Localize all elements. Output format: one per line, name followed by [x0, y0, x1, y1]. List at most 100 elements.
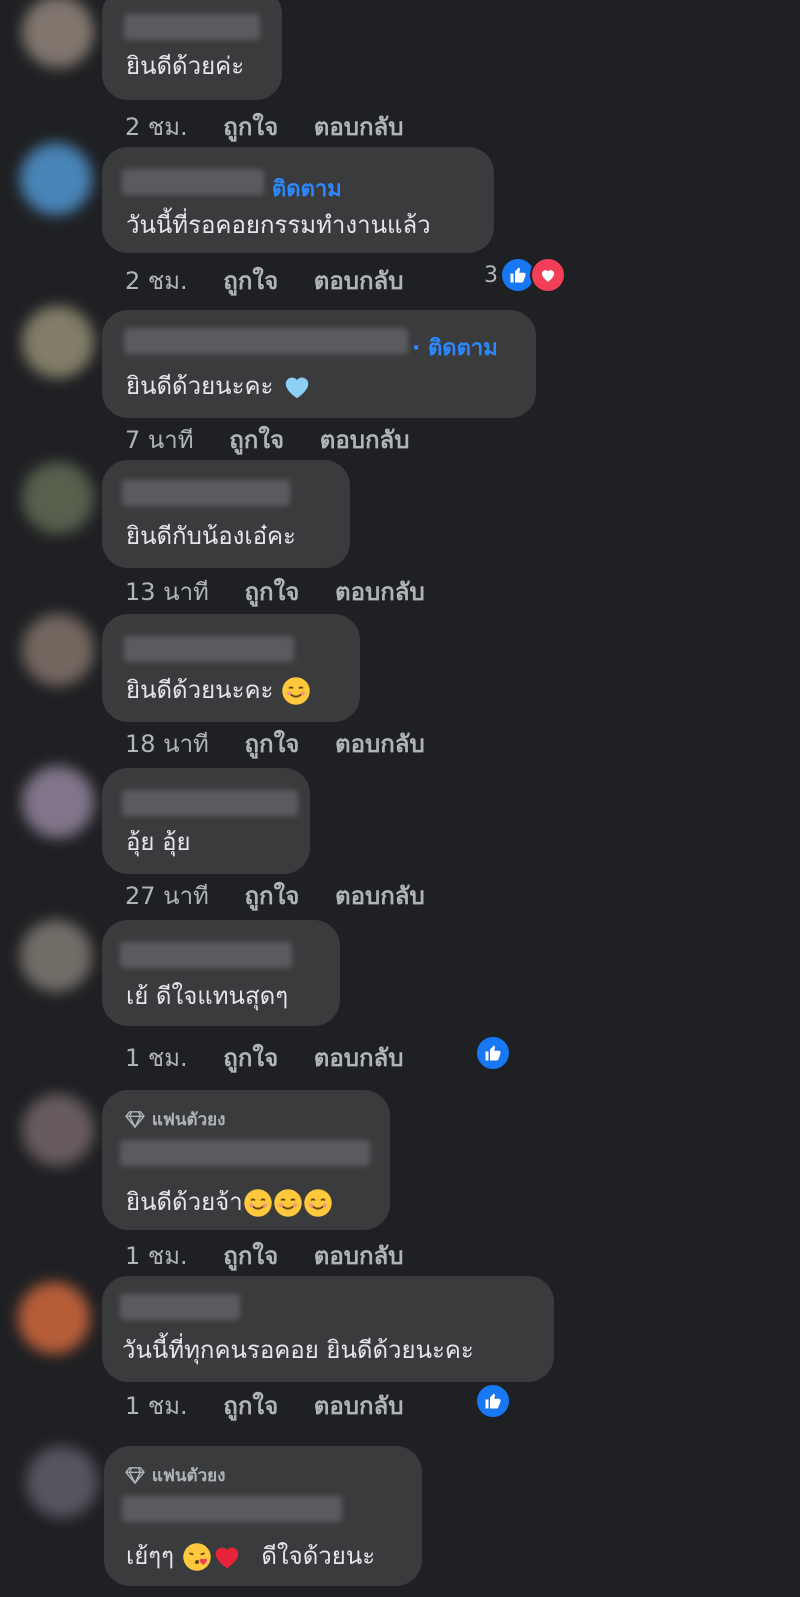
comment: วันนี้ที่ทุกคนรอคอย ยินดีด้วยนะคะ 1 ชม. …	[0, 1276, 800, 1436]
diamond-icon	[125, 1467, 145, 1485]
commenter-name[interactable]	[120, 942, 292, 968]
reply-link[interactable]: ตอบกลับ	[335, 882, 425, 910]
comment-time[interactable]: 7 นาที	[125, 426, 194, 454]
like-link[interactable]: ถูกใจ	[245, 882, 300, 910]
smiling-face-icon	[273, 1189, 302, 1217]
comment-actions: 7 นาที ถูกใจ ตอบกลับ	[125, 420, 437, 459]
reply-link[interactable]: ตอบกลับ	[314, 1242, 404, 1270]
diamond-icon	[125, 1111, 145, 1129]
avatar[interactable]	[22, 1094, 94, 1166]
follow-link[interactable]: · ติดตาม	[412, 330, 498, 365]
comment-text: วันนี้ที่รอคอยกรรมทำงานแล้ว	[126, 211, 431, 239]
smiling-face-icon	[282, 677, 310, 705]
reply-link[interactable]: ตอบกลับ	[335, 730, 425, 758]
comment-bubble: วันนี้ที่ทุกคนรอคอย ยินดีด้วยนะคะ	[102, 1276, 554, 1382]
commenter-name[interactable]	[124, 14, 260, 40]
reaction-summary[interactable]: 3	[484, 257, 566, 293]
commenter-name[interactable]	[124, 636, 294, 662]
comment-actions: 1 ชม. ถูกใจ ตอบกลับ	[125, 1038, 431, 1077]
avatar[interactable]	[22, 614, 94, 686]
comment: แฟนตัวยง เย้ๆๆ ดีใจด้วยนะ	[0, 1446, 800, 1597]
comment: ติดตาม วันนี้ที่รอคอยกรรมทำงานแล้ว 2 ชม.…	[0, 143, 800, 305]
comment-text: ยินดีกับน้องเอ๋คะ	[126, 522, 296, 550]
badge-label: แฟนตัวยง	[151, 1110, 226, 1130]
comment-text: ยินดีด้วยนะคะ	[126, 670, 311, 709]
comment-time[interactable]: 13 นาที	[125, 578, 209, 606]
comment-actions: 1 ชม. ถูกใจ ตอบกลับ	[125, 1386, 431, 1425]
avatar[interactable]	[18, 1282, 90, 1354]
comment: เย้ ดีใจแทนสุดๆ 1 ชม. ถูกใจ ตอบกลับ	[0, 918, 800, 1084]
like-link[interactable]: ถูกใจ	[245, 578, 300, 606]
comment-time[interactable]: 1 ชม.	[125, 1044, 188, 1072]
smiling-face-icon	[303, 1189, 332, 1217]
avatar[interactable]	[26, 1446, 98, 1518]
commenter-name[interactable]	[122, 480, 290, 506]
avatar[interactable]	[20, 920, 92, 992]
badge-label: แฟนตัวยง	[151, 1466, 226, 1486]
comment-bubble: ยินดีด้วยค่ะ	[102, 0, 282, 100]
comment-text-content: ยินดีด้วยนะคะ	[126, 372, 274, 400]
like-link[interactable]: ถูกใจ	[223, 267, 278, 295]
comment-bubble: ติดตาม วันนี้ที่รอคอยกรรมทำงานแล้ว	[102, 147, 494, 253]
comment-time[interactable]: 1 ชม.	[125, 1392, 188, 1420]
comment-text: เย้ๆๆ ดีใจด้วยนะ	[126, 1536, 375, 1575]
comment-time[interactable]: 2 ชม.	[125, 267, 188, 295]
smiling-face-icon	[243, 1189, 272, 1217]
comment-text: วันนี้ที่ทุกคนรอคอย ยินดีด้วยนะคะ	[122, 1336, 474, 1364]
reaction-summary[interactable]	[475, 1035, 511, 1071]
avatar[interactable]	[22, 0, 94, 68]
red-heart-icon	[215, 1547, 238, 1569]
like-link[interactable]: ถูกใจ	[245, 730, 300, 758]
light-blue-heart-icon	[285, 377, 309, 399]
reply-link[interactable]: ตอบกลับ	[320, 426, 410, 454]
like-link[interactable]: ถูกใจ	[223, 1242, 278, 1270]
comment-bubble: อุ้ย อุ้ย	[102, 768, 310, 874]
face-blowing-kiss-icon	[182, 1543, 211, 1571]
comment-actions: 13 นาที ถูกใจ ตอบกลับ	[125, 572, 453, 611]
commenter-name[interactable]	[122, 169, 264, 195]
commenter-name[interactable]	[122, 1496, 342, 1522]
reaction-count: 3	[484, 262, 498, 288]
comment: ยินดีด้วยนะคะ 18 นาที ถูกใจ ตอบกลับ	[0, 614, 800, 762]
like-link[interactable]: ถูกใจ	[223, 1044, 278, 1072]
comment-text: เย้ ดีใจแทนสุดๆ	[126, 982, 289, 1010]
commenter-name[interactable]	[120, 1294, 240, 1320]
reply-link[interactable]: ตอบกลับ	[314, 267, 404, 295]
avatar[interactable]	[20, 143, 92, 215]
comment-text-content: ยินดีด้วยจ้า	[126, 1188, 243, 1216]
comment: ยินดีด้วยค่ะ 2 ชม. ถูกใจ ตอบกลับ	[0, 0, 800, 141]
commenter-name[interactable]	[124, 328, 408, 354]
love-reaction-icon	[530, 257, 566, 293]
comment-bubble: เย้ ดีใจแทนสุดๆ	[102, 920, 340, 1026]
comment-actions: 18 นาที ถูกใจ ตอบกลับ	[125, 724, 453, 763]
follow-link[interactable]: ติดตาม	[272, 171, 342, 206]
reply-link[interactable]: ตอบกลับ	[335, 578, 425, 606]
comment-bubble: แฟนตัวยง เย้ๆๆ ดีใจด้วยนะ	[104, 1446, 422, 1586]
comment-time[interactable]: 1 ชม.	[125, 1242, 188, 1270]
reply-link[interactable]: ตอบกลับ	[314, 1044, 404, 1072]
like-link[interactable]: ถูกใจ	[229, 426, 284, 454]
like-link[interactable]: ถูกใจ	[223, 113, 278, 141]
reaction-summary[interactable]	[475, 1383, 511, 1419]
commenter-name[interactable]	[122, 790, 298, 816]
avatar[interactable]	[22, 462, 94, 534]
reply-link[interactable]: ตอบกลับ	[314, 1392, 404, 1420]
comment-text: ยินดีด้วยค่ะ	[126, 52, 245, 80]
comment: · ติดตาม ยินดีด้วยนะคะ 7 นาที ถูกใจ ตอบก…	[0, 306, 800, 455]
comment-time[interactable]: 18 นาที	[125, 730, 209, 758]
comment: แฟนตัวยง ยินดีด้วยจ้า 1 ชม. ถูกใจ ตอบกลั…	[0, 1090, 800, 1272]
comment: ยินดีกับน้องเอ๋คะ 13 นาที ถูกใจ ตอบกลับ	[0, 460, 800, 611]
reply-link[interactable]: ตอบกลับ	[314, 113, 404, 141]
comment-text-content-2: ดีใจด้วยนะ	[261, 1542, 376, 1570]
comment: อุ้ย อุ้ย 27 นาที ถูกใจ ตอบกลับ	[0, 766, 800, 914]
comment-time[interactable]: 2 ชม.	[125, 113, 188, 141]
comment-bubble: ยินดีด้วยนะคะ	[102, 614, 360, 722]
avatar[interactable]	[22, 766, 94, 838]
comment-time[interactable]: 27 นาที	[125, 882, 209, 910]
comment-text-content: เย้ๆๆ	[126, 1542, 175, 1570]
commenter-name[interactable]	[120, 1140, 370, 1166]
avatar[interactable]	[22, 306, 94, 378]
comment-text-content: ยินดีด้วยนะคะ	[126, 676, 274, 704]
top-fan-badge: แฟนตัวยง	[124, 1106, 225, 1133]
like-link[interactable]: ถูกใจ	[223, 1392, 278, 1420]
